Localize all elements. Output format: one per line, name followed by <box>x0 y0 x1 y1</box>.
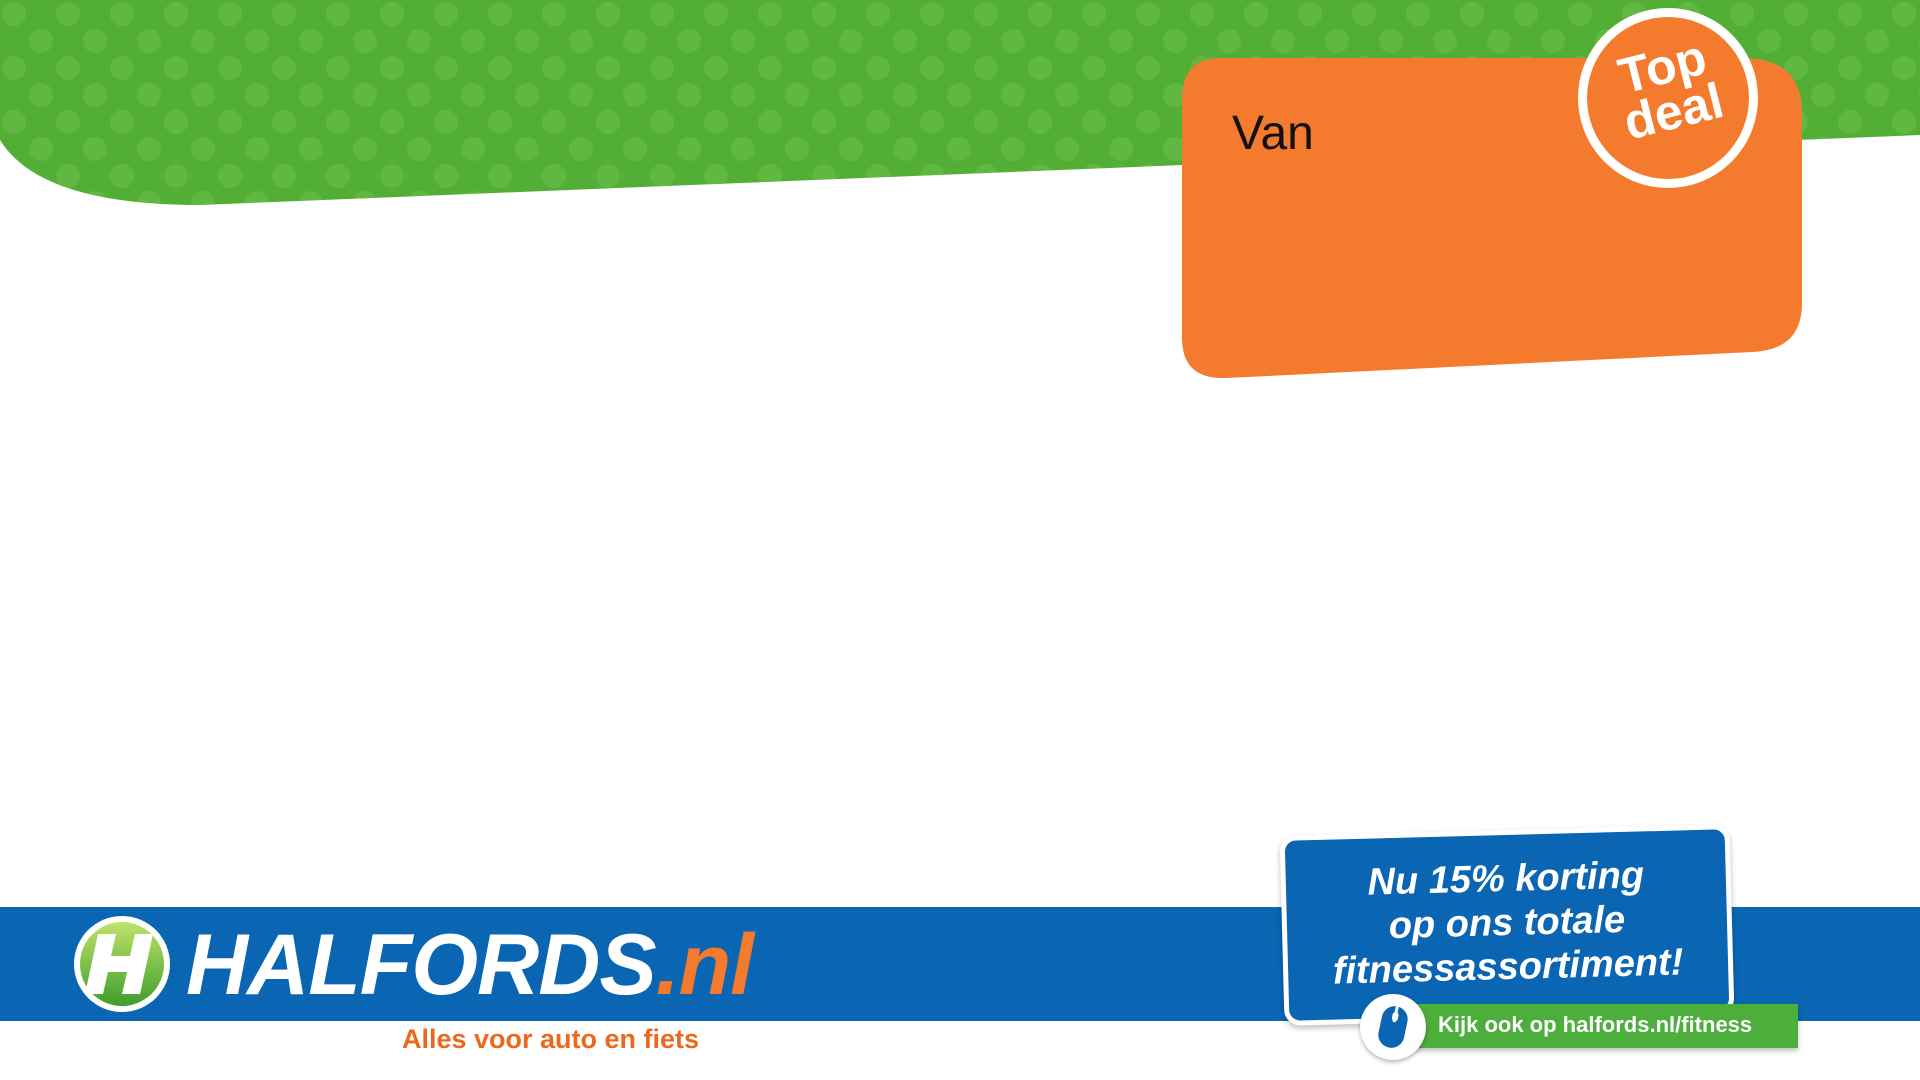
top-deal-sticker-icon: Top deal <box>1587 17 1749 179</box>
promo-box: Nu 15% korting op ons totale fitnessasso… <box>1279 824 1735 1026</box>
halfords-brand: HALFORDS.nl <box>186 916 754 1015</box>
top-deal-badge: Top deal <box>1578 8 1758 188</box>
mouse-badge <box>1360 994 1426 1060</box>
brand-main: HALFORDS <box>186 917 657 1013</box>
website-link-strip[interactable]: Kijk ook op halfords.nl/fitness <box>1398 1004 1798 1048</box>
promo-text: Nu 15% korting op ons totale fitnessasso… <box>1285 851 1728 994</box>
computer-mouse-icon <box>1378 1006 1408 1048</box>
top-deal-text: Top deal <box>1578 25 1757 153</box>
halfords-h-logo-icon <box>74 916 170 1012</box>
website-link-text[interactable]: Kijk ook op halfords.nl/fitness <box>1438 1012 1752 1038</box>
van-label: Van <box>1232 107 1314 160</box>
brand-suffix: .nl <box>655 917 754 1013</box>
tagline: Alles voor auto en fiets <box>402 1024 700 1054</box>
